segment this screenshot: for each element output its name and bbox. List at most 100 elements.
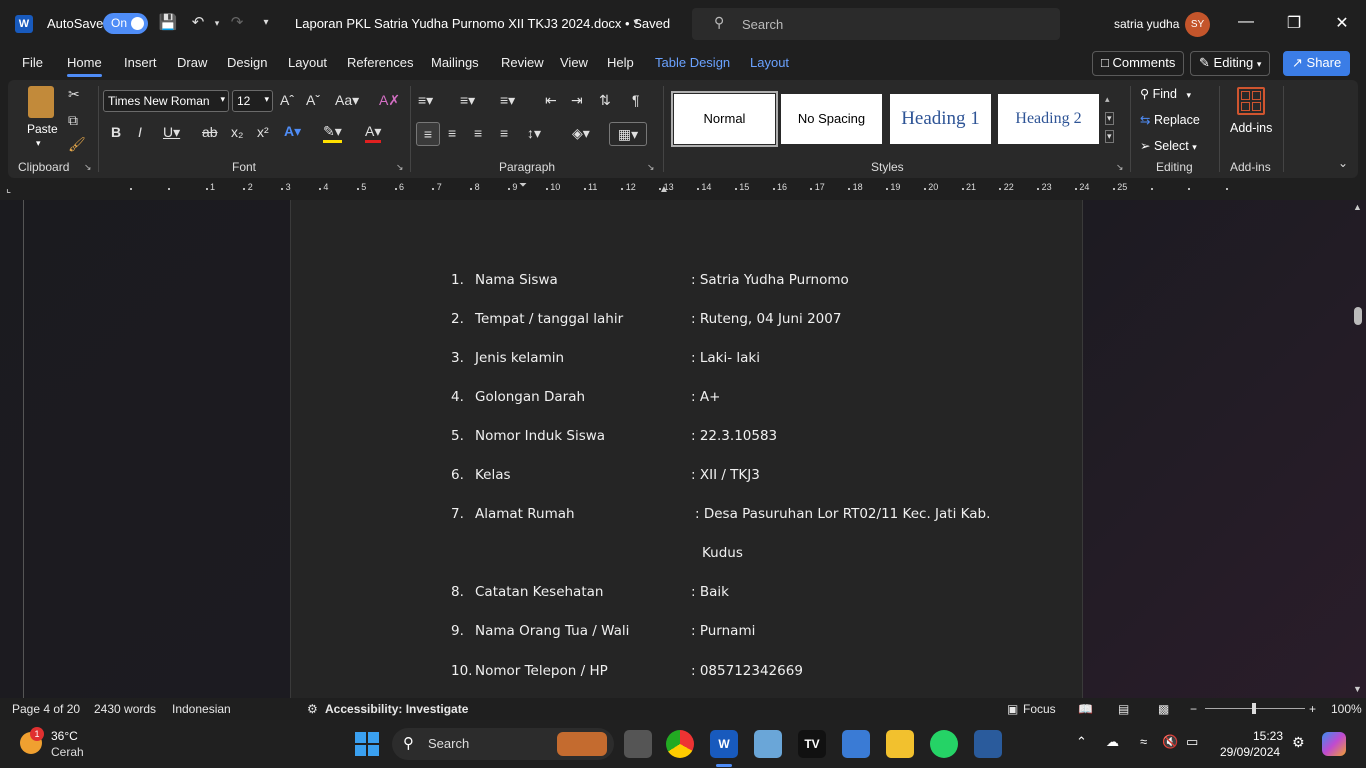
document-page[interactable] [290,200,1083,698]
tab-table-layout[interactable]: Layout [750,55,789,70]
zoom-level[interactable]: 100% [1331,702,1362,716]
style-normal[interactable]: Normal [671,91,778,147]
highlight-icon[interactable]: ✎▾ [323,123,342,143]
paste-chevron-icon[interactable]: ▾ [36,138,41,149]
tab-help[interactable]: Help [607,55,634,70]
shrink-font-icon[interactable]: Aˇ [306,92,320,108]
sort-icon[interactable]: ⇅ [599,92,611,109]
document-title[interactable]: Laporan PKL Satria Yudha Purnomo XII TKJ… [295,16,670,31]
photos-icon[interactable] [754,730,782,758]
undo-icon[interactable]: ↶ [188,13,208,33]
bold-icon[interactable]: B [111,124,121,140]
tab-view[interactable]: View [560,55,588,70]
chrome-icon[interactable] [666,730,694,758]
wifi-icon[interactable]: ≈ [1140,734,1147,749]
tab-layout[interactable]: Layout [288,55,327,70]
print-layout-icon[interactable]: ▤ [1118,702,1129,716]
comments-button[interactable]: □ Comments [1092,51,1185,76]
addins-icon[interactable] [1237,87,1265,115]
right-indent-marker-icon[interactable]: ▲ [659,184,669,195]
zoom-slider-thumb[interactable] [1252,703,1256,714]
web-layout-icon[interactable]: ▩ [1158,702,1169,716]
battery-icon[interactable]: ▭ [1186,734,1198,750]
line-spacing-icon[interactable]: ↕▾ [527,125,541,142]
bullets-icon[interactable]: ≡▾ [418,92,433,109]
focus-button[interactable]: Focus [1023,702,1056,716]
format-painter-icon[interactable]: 🖌 [68,136,86,153]
paragraph-launcher-icon[interactable]: ↘ [647,162,655,173]
grow-font-icon[interactable]: Aˆ [280,92,294,108]
save-icon[interactable]: 💾 [158,13,178,33]
styles-more-icon[interactable]: ▾ [1105,130,1114,143]
title-chevron-down-icon[interactable]: ▾ [626,13,646,33]
show-formatting-icon[interactable]: ¶ [632,92,640,108]
tab-table-design[interactable]: Table Design [655,55,730,70]
restore-icon[interactable]: ❐ [1282,13,1306,35]
font-size-combo[interactable]: 12 ▾ [232,90,273,112]
copilot-icon[interactable] [1322,732,1346,756]
task-view-icon[interactable] [624,730,652,758]
clipboard-launcher-icon[interactable]: ↘ [84,162,92,173]
replace-button[interactable]: ⇆ Replace [1140,112,1200,127]
paste-label[interactable]: Paste [27,122,58,136]
zoom-in-icon[interactable]: + [1309,702,1316,716]
editing-mode-button[interactable]: ✎ Editing ▾ [1190,51,1271,76]
select-button[interactable]: ➢ Select ▾ [1140,138,1197,153]
tab-mailings[interactable]: Mailings [431,55,479,70]
align-left-icon[interactable]: ≡ [416,122,440,146]
zoom-out-icon[interactable]: − [1190,702,1197,716]
tab-review[interactable]: Review [501,55,544,70]
tab-file[interactable]: File [22,55,43,70]
font-launcher-icon[interactable]: ↘ [396,162,404,173]
paste-icon[interactable] [28,86,54,118]
close-icon[interactable]: ✕ [1330,13,1354,35]
start-icon[interactable] [355,732,379,756]
find-button[interactable]: ⚲ Find ▾ [1140,86,1191,101]
page-count[interactable]: Page 4 of 20 [12,702,80,716]
scrollbar-thumb[interactable] [1354,307,1362,325]
autosave-toggle[interactable]: On [103,13,148,34]
superscript-icon[interactable]: x² [257,124,269,140]
clock-date[interactable]: 29/09/2024 [1220,745,1280,759]
scroll-down-icon[interactable]: ▼ [1353,684,1362,694]
undo-dropdown-icon[interactable]: ▾ [207,13,227,33]
tab-insert[interactable]: Insert [124,55,157,70]
vertical-scrollbar[interactable]: ▲ ▼ [1350,200,1366,698]
addins-button-label[interactable]: Add-ins [1230,121,1272,135]
subscript-icon[interactable]: x₂ [231,124,243,140]
word-count[interactable]: 2430 words [94,702,156,716]
change-case-icon[interactable]: Aa▾ [335,92,359,109]
font-name-combo[interactable]: Times New Roman ▾ [103,90,229,112]
tab-home[interactable]: Home [67,55,102,77]
tradingview-icon[interactable]: TV [798,730,826,758]
clear-formatting-icon[interactable]: A✗ [379,92,400,109]
share-button[interactable]: ↗ Share [1283,51,1351,76]
tab-design[interactable]: Design [227,55,267,70]
scroll-up-icon[interactable]: ▲ [1353,202,1362,212]
cut-icon[interactable]: ✂ [68,86,80,103]
taskbar-search[interactable]: ⚲ Search [392,728,614,760]
accessibility-status[interactable]: Accessibility: Investigate [325,702,468,716]
avatar[interactable]: SY [1185,12,1210,37]
volume-muted-icon[interactable]: 🔇 [1162,734,1178,750]
decrease-indent-icon[interactable]: ⇤ [545,92,557,109]
italic-icon[interactable]: I [138,124,142,140]
collapse-ribbon-icon[interactable]: ⌄ [1338,156,1348,170]
virtualbox-icon[interactable] [974,730,1002,758]
strikethrough-icon[interactable]: ab [202,124,218,140]
style-no-spacing[interactable]: No Spacing [781,94,882,144]
weather-desc[interactable]: Cerah [51,745,84,759]
indent-marker-icon[interactable]: ⏷ [519,180,527,191]
weather-temp[interactable]: 36°C [51,729,78,743]
borders-icon[interactable]: ▦▾ [609,122,647,146]
minimize-icon[interactable]: — [1234,13,1258,35]
font-color-icon[interactable]: A▾ [365,123,382,143]
read-mode-icon[interactable]: 📖 [1078,702,1093,716]
style-heading-2[interactable]: Heading 2 [998,94,1099,144]
justify-icon[interactable]: ≡ [500,125,508,141]
customize-qat-icon[interactable]: ▾ [256,13,276,33]
network-tool-icon[interactable] [842,730,870,758]
shading-icon[interactable]: ◈▾ [572,125,590,142]
user-name[interactable]: satria yudha [1114,17,1179,31]
align-center-icon[interactable]: ≡ [448,125,456,141]
